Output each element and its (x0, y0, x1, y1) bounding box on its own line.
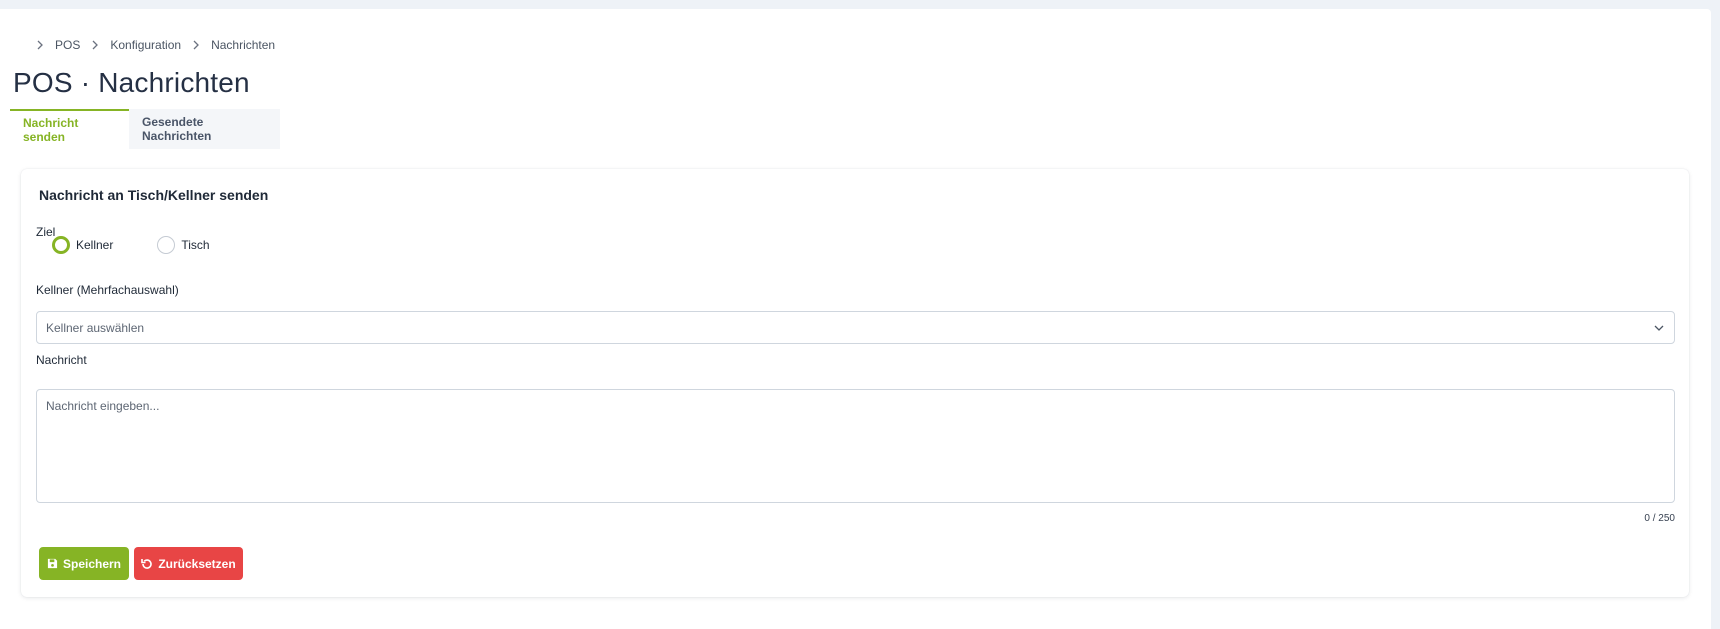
radio-tisch-label: Tisch (181, 238, 210, 252)
message-form-card: Nachricht an Tisch/Kellner senden Ziel K… (21, 169, 1689, 597)
radio-kellner[interactable]: Kellner (52, 236, 113, 254)
tab-bar: Nachricht senden Gesendete Nachrichten (10, 109, 280, 149)
radio-kellner-indicator[interactable] (52, 236, 70, 254)
radio-kellner-label: Kellner (76, 238, 114, 252)
radio-tisch-indicator[interactable] (157, 236, 176, 254)
message-textarea[interactable] (36, 389, 1675, 503)
page-title: POS · Nachrichten (13, 67, 250, 98)
reset-button-label: Zurücksetzen (158, 556, 236, 571)
breadcrumb-item-pos[interactable]: POS (55, 38, 80, 52)
tab-gesendete-nachrichten[interactable]: Gesendete Nachrichten (129, 109, 280, 149)
tab-nachricht-senden[interactable]: Nachricht senden (10, 109, 129, 149)
character-counter: 0 / 250 (1644, 513, 1675, 524)
chevron-right-icon (37, 40, 43, 50)
floppy-disk-icon (47, 558, 58, 569)
radio-tisch[interactable]: Tisch (157, 236, 210, 254)
form-title: Nachricht an Tisch/Kellner senden (39, 187, 269, 203)
waiter-select-placeholder: Kellner auswählen (46, 320, 145, 335)
chevron-right-icon (92, 40, 99, 50)
breadcrumb: POS Konfiguration Nachrichten (33, 35, 283, 55)
breadcrumb-item-nachrichten: Nachrichten (211, 38, 276, 52)
save-button-label: Speichern (62, 556, 122, 571)
reset-button[interactable]: Zurücksetzen (134, 547, 243, 580)
undo-icon (141, 558, 153, 569)
breadcrumb-item-konfiguration[interactable]: Konfiguration (110, 38, 181, 52)
chevron-right-icon (193, 40, 199, 50)
target-radio-group: Kellner Tisch (52, 236, 254, 254)
message-label: Nachricht (36, 353, 87, 367)
save-button[interactable]: Speichern (39, 547, 129, 580)
main-content: POS Konfiguration Nachrichten POS · Nach… (0, 9, 1711, 629)
waiter-select[interactable]: Kellner auswählen (36, 311, 1675, 344)
chevron-down-icon[interactable] (1652, 321, 1666, 335)
waiter-select-label: Kellner (Mehrfachauswahl) (36, 283, 179, 297)
